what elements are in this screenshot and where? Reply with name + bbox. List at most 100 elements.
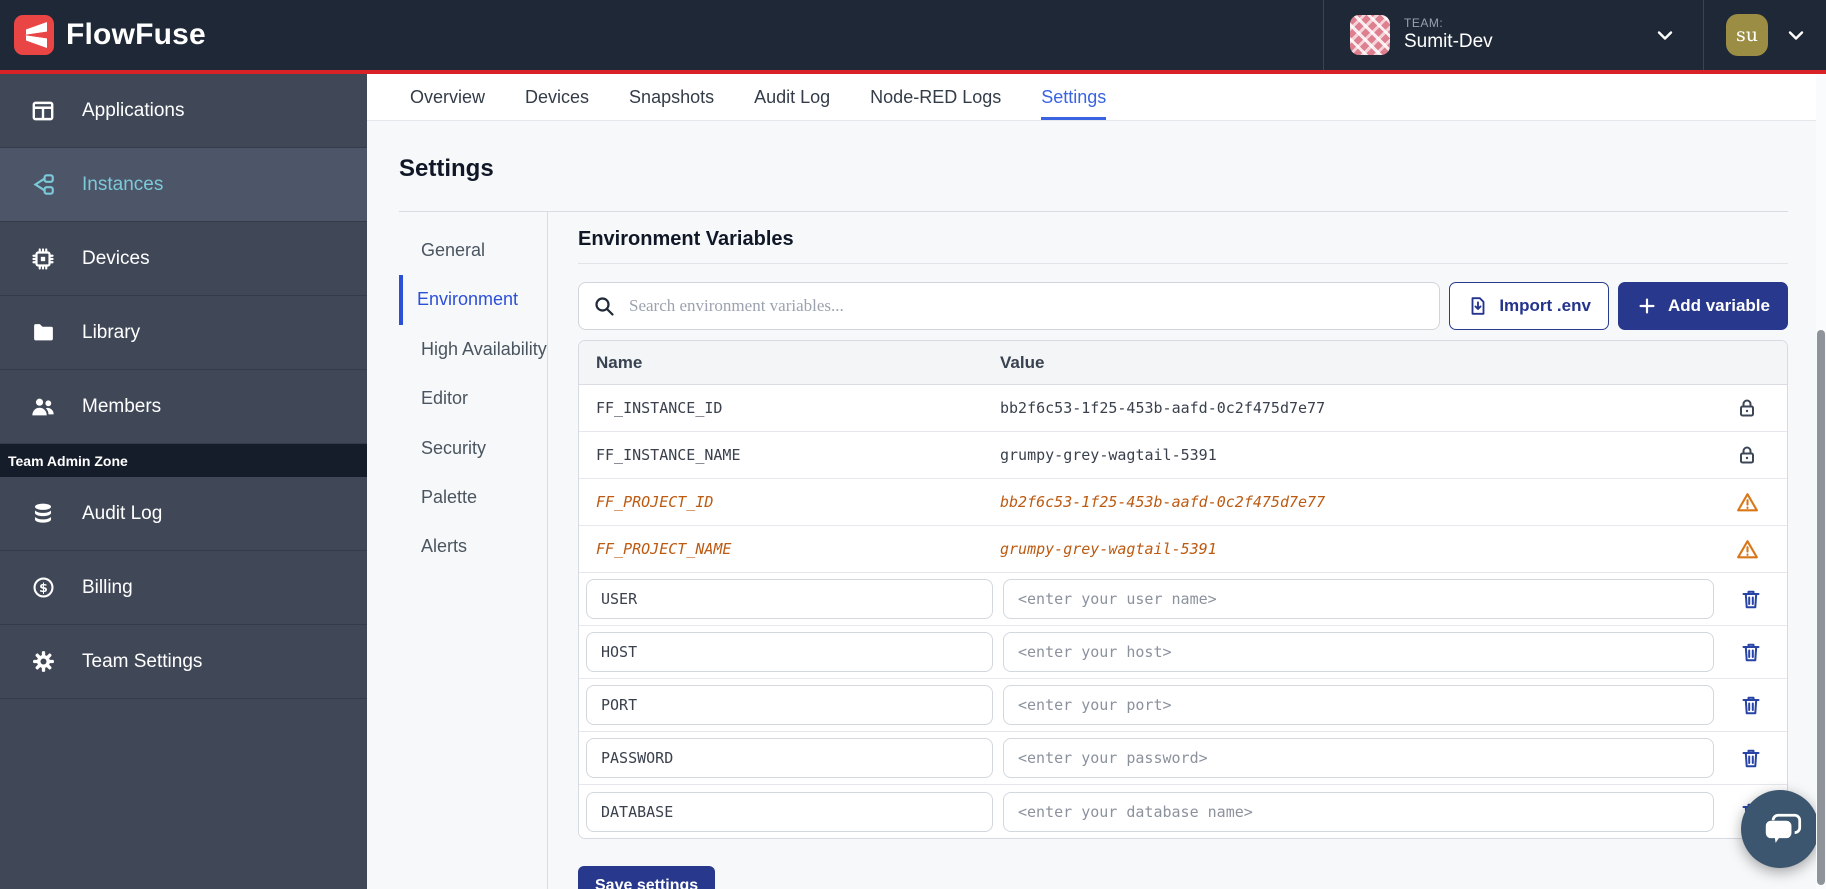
- sidebar-item-team-settings[interactable]: Team Settings: [0, 625, 367, 699]
- sidebar-item-instances[interactable]: Instances: [0, 148, 367, 222]
- top-bar-right: TEAM: Sumit-Dev su: [1323, 0, 1826, 70]
- env-value-input[interactable]: [1003, 685, 1714, 725]
- brand-name: FlowFuse: [66, 18, 206, 52]
- scrollbar-thumb[interactable]: [1817, 330, 1825, 885]
- top-bar: FlowFuse TEAM: Sumit-Dev su: [0, 0, 1826, 70]
- tab-devices[interactable]: Devices: [525, 74, 589, 120]
- sidebar-item-applications[interactable]: Applications: [0, 74, 367, 148]
- add-variable-button[interactable]: Add variable: [1618, 282, 1788, 330]
- settings-nav-security[interactable]: Security: [399, 424, 547, 473]
- members-icon: [30, 394, 56, 420]
- warning-icon: [1735, 537, 1760, 562]
- trash-icon[interactable]: [1739, 746, 1763, 770]
- settings-nav-alerts[interactable]: Alerts: [399, 522, 547, 571]
- env-row-status: [1707, 443, 1787, 467]
- tab-snapshots[interactable]: Snapshots: [629, 74, 714, 120]
- env-row-database: [579, 785, 1787, 838]
- env-row-user: [579, 573, 1787, 626]
- env-value: grumpy-grey-wagtail-5391: [1000, 540, 1707, 558]
- env-name: FF_INSTANCE_ID: [579, 399, 1000, 417]
- sidebar-item-library[interactable]: Library: [0, 296, 367, 370]
- sidebar-item-devices[interactable]: Devices: [0, 222, 367, 296]
- env-row-actions: [1714, 640, 1787, 664]
- sidebar-item-members[interactable]: Members: [0, 370, 367, 444]
- env-value-input[interactable]: [1003, 738, 1714, 778]
- import-env-button[interactable]: Import .env: [1449, 282, 1609, 330]
- settings-nav-general[interactable]: General: [399, 226, 547, 275]
- env-value-input[interactable]: [1003, 632, 1714, 672]
- sidebar-section-label: Team Admin Zone: [0, 444, 367, 477]
- env-row-ff-project-id: FF_PROJECT_IDbb2f6c53-1f25-453b-aafd-0c2…: [579, 479, 1787, 526]
- page-scrollbar: [1816, 74, 1826, 889]
- env-row-status: [1707, 396, 1787, 420]
- trash-icon[interactable]: [1739, 587, 1763, 611]
- team-text: TEAM: Sumit-Dev: [1404, 17, 1493, 53]
- settings-nav-environment[interactable]: Environment: [399, 275, 547, 324]
- team-name: Sumit-Dev: [1404, 31, 1493, 53]
- sidebar-main-items: Applications InstancesDevices Library Membe…: [0, 74, 367, 444]
- instances-icon: [30, 171, 56, 198]
- svg-text:$: $: [39, 580, 48, 595]
- env-row-ff-project-name: FF_PROJECT_NAMEgrumpy-grey-wagtail-5391: [579, 526, 1787, 573]
- sidebar-item-label: Library: [82, 322, 140, 344]
- sidebar-item-label: Members: [82, 396, 161, 418]
- env-name: FF_PROJECT_ID: [579, 493, 1000, 511]
- tab-overview[interactable]: Overview: [410, 74, 485, 120]
- lock-icon: [1735, 443, 1759, 467]
- env-value: grumpy-grey-wagtail-5391: [1000, 446, 1707, 464]
- team-selector[interactable]: TEAM: Sumit-Dev: [1323, 0, 1703, 70]
- sidebar-item-label: Team Settings: [82, 651, 202, 673]
- sidebar-nav: Applications InstancesDevices Library Membe…: [0, 74, 367, 889]
- library-icon: [30, 320, 56, 345]
- instance-tabs: Overview Devices Snapshots Audit Log Node-RE…: [367, 74, 1826, 121]
- env-row-password: [579, 732, 1787, 785]
- trash-icon[interactable]: [1739, 640, 1763, 664]
- sidebar-item-billing[interactable]: $Billing: [0, 551, 367, 625]
- chevron-down-icon: [1784, 23, 1808, 47]
- env-row-status: [1707, 490, 1787, 515]
- env-value: bb2f6c53-1f25-453b-aafd-0c2f475d7e77: [1000, 493, 1707, 511]
- settings-nav-palette[interactable]: Palette: [399, 473, 547, 522]
- sidebar-item-label: Audit Log: [82, 503, 162, 525]
- main-area: Overview Devices Snapshots Audit Log Node-RE…: [367, 74, 1826, 889]
- tab-audit-log[interactable]: Audit Log: [754, 74, 830, 120]
- env-name-input[interactable]: [586, 792, 993, 832]
- env-table-header: Name Value: [579, 341, 1787, 385]
- document-download-icon: [1467, 295, 1489, 317]
- env-row-ff-instance-id: FF_INSTANCE_IDbb2f6c53-1f25-453b-aafd-0c…: [579, 385, 1787, 432]
- tab-settings[interactable]: Settings: [1041, 74, 1106, 120]
- save-settings-button[interactable]: Save settings: [578, 866, 715, 889]
- flowfuse-logo-icon: [14, 15, 54, 55]
- env-name-input[interactable]: [586, 632, 993, 672]
- chevron-down-icon: [1653, 23, 1677, 47]
- env-row-actions: [1714, 746, 1787, 770]
- page-title: Settings: [399, 155, 1788, 183]
- env-name-input[interactable]: [586, 685, 993, 725]
- env-name-input[interactable]: [586, 579, 993, 619]
- sidebar-filler: [0, 699, 367, 889]
- flowfuse-app: FlowFuse TEAM: Sumit-Dev su: [0, 0, 1826, 889]
- sidebar-item-label: Applications: [82, 100, 184, 122]
- sidebar-item-audit-log[interactable]: Audit Log: [0, 477, 367, 551]
- user-menu[interactable]: su: [1703, 0, 1826, 70]
- trash-icon[interactable]: [1739, 693, 1763, 717]
- env-value-input[interactable]: [1003, 792, 1714, 832]
- brand[interactable]: FlowFuse: [0, 15, 206, 55]
- settings-nav-editor[interactable]: Editor: [399, 374, 547, 423]
- billing-icon: $: [30, 575, 56, 600]
- chat-widget-button[interactable]: [1741, 790, 1819, 868]
- plus-icon: [1636, 295, 1658, 317]
- environment-section: Environment Variables Impor: [548, 212, 1788, 889]
- env-value-input[interactable]: [1003, 579, 1714, 619]
- search-wrap: [578, 282, 1440, 330]
- env-name: FF_INSTANCE_NAME: [579, 446, 1000, 464]
- env-name-input[interactable]: [586, 738, 993, 778]
- tab-node-red-logs[interactable]: Node-RED Logs: [870, 74, 1001, 120]
- settings-nav-high-availability[interactable]: High Availability: [399, 325, 547, 374]
- audit-log-icon: [30, 501, 56, 527]
- team-label: TEAM:: [1404, 17, 1493, 31]
- env-value: bb2f6c53-1f25-453b-aafd-0c2f475d7e77: [1000, 399, 1707, 417]
- search-input[interactable]: [578, 282, 1440, 330]
- sidebar-admin-items: Audit Log $Billing Team Settings: [0, 477, 367, 699]
- env-row-actions: [1714, 587, 1787, 611]
